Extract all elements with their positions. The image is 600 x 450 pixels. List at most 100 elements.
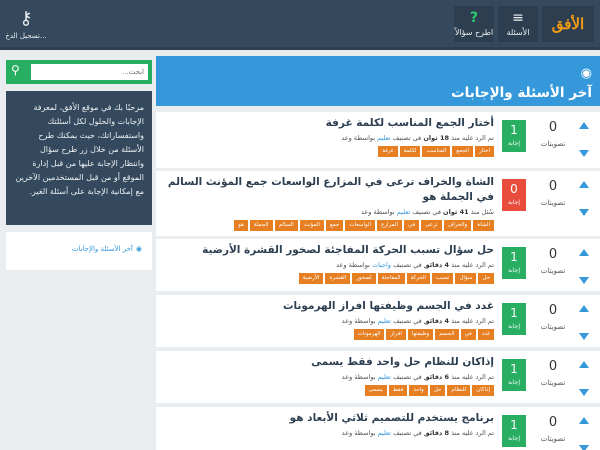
vote-down-icon[interactable] <box>579 333 589 340</box>
vote-down-icon[interactable] <box>579 389 589 396</box>
tag[interactable]: المفاجئة <box>377 273 405 284</box>
tag[interactable]: افراز <box>386 329 406 340</box>
tag[interactable]: غرفة <box>378 146 398 157</box>
tag[interactable]: جمع <box>325 220 344 231</box>
tag[interactable]: حل <box>478 273 494 284</box>
question-title[interactable]: برنامج يستخدم للتصميم ثلاثي الأبعاد هو <box>160 411 494 426</box>
tag[interactable]: الواسعات <box>345 220 376 231</box>
tag-list: الشاة والخراف ترعى في المزارع الواسعات ج… <box>160 220 494 231</box>
vote-down-icon[interactable] <box>579 277 589 284</box>
tag[interactable]: الجملة <box>249 220 273 231</box>
tag-list: غدد في الجسم وظيفتها افراز الهرمونات <box>160 329 494 340</box>
tag[interactable]: تسبب <box>431 273 454 284</box>
tag[interactable]: واحد <box>409 385 428 396</box>
vote-up-icon[interactable] <box>579 305 589 312</box>
answer-count-value: 1 <box>510 362 518 376</box>
tag[interactable]: المزارع <box>377 220 402 231</box>
question-title[interactable]: الشاة والخراف ترعى في المزارع الواسعات ج… <box>160 175 494 205</box>
tag[interactable]: القشرة <box>325 273 351 284</box>
meta-category[interactable]: واجبات <box>372 261 391 269</box>
tag[interactable]: في <box>460 329 476 340</box>
search-box: ⚲ <box>6 60 152 84</box>
vote-up-icon[interactable] <box>579 417 589 424</box>
answer-count: 0 إجابة <box>502 179 526 211</box>
tag[interactable]: والخراف <box>443 220 472 231</box>
meta-time[interactable]: 4 دقائق <box>424 261 449 269</box>
meta-prefix: تم الرد عليه منذ <box>451 261 494 269</box>
vote-up-icon[interactable] <box>579 361 589 368</box>
nav-questions-label: الأسئلة <box>506 28 530 37</box>
question-body: الشاة والخراف ترعى في المزارع الواسعات ج… <box>160 175 494 231</box>
tag[interactable]: للنظام <box>447 385 471 396</box>
tag[interactable]: الهرمونات <box>353 329 385 340</box>
tag[interactable]: الجسم <box>435 329 459 340</box>
tag[interactable]: إذاكان <box>472 385 494 396</box>
tag[interactable]: حل <box>429 385 446 396</box>
latest-questions-link[interactable]: ◉آخر الأسئلة والإجابات <box>6 232 152 270</box>
meta-time[interactable]: 8 دقائق <box>424 429 449 437</box>
question-title[interactable]: غدد في الجسم وظيفتها افراز الهرمونات <box>160 299 494 314</box>
top-navbar: الأفق ≡ الأسئلة ? اطرح سؤالاً ⚷ تسجيل ال… <box>0 0 600 50</box>
meta-category[interactable]: تعليم <box>378 317 391 325</box>
meta-category[interactable]: تعليم <box>377 134 390 142</box>
question-title[interactable]: إذاكان للنظام حل واحد فقط يسمى <box>160 355 494 370</box>
nav-ask-button[interactable]: ? اطرح سؤالاً <box>454 6 494 42</box>
meta-mid: في تصنيف <box>392 134 422 142</box>
tag[interactable]: الشاة <box>473 220 494 231</box>
vote-up-icon[interactable] <box>579 122 589 129</box>
question-item: 0 تصويتات 1 إجابة غدد في الجسم وظيفتها ا… <box>156 295 600 347</box>
tag[interactable]: غدد <box>477 329 494 340</box>
question-title[interactable]: حل سؤال تسبب الحركة المفاجئة لصخور القشر… <box>160 243 494 258</box>
question-body: أختار الجمع المناسب لكلمة غرفة تم الرد ع… <box>160 116 494 157</box>
meta-time[interactable]: 6 دقائق <box>424 373 449 381</box>
question-body: برنامج يستخدم للتصميم ثلاثي الأبعاد هو ت… <box>160 411 494 438</box>
tag[interactable]: الحركة <box>406 273 430 284</box>
search-input[interactable] <box>31 64 148 80</box>
meta-category[interactable]: تعليم <box>378 429 391 437</box>
nav-questions-button[interactable]: ≡ الأسئلة <box>498 6 538 42</box>
vote-down-icon[interactable] <box>579 445 589 450</box>
meta-suffix: بواسطة وعد <box>360 208 395 216</box>
tag[interactable]: الأرضية <box>298 273 324 284</box>
answer-count: 1 إجابة <box>502 303 526 335</box>
tag[interactable]: في <box>403 220 420 231</box>
question-mark-icon: ? <box>469 10 479 26</box>
site-logo[interactable]: الأفق <box>542 6 594 42</box>
tag[interactable]: السالم <box>274 220 298 231</box>
vote-down-icon[interactable] <box>579 209 589 216</box>
login-button[interactable]: ⚷ تسجيل الدخ... <box>4 6 48 44</box>
meta-suffix: بواسطة وعد <box>341 134 376 142</box>
tag[interactable]: لصخور <box>352 273 376 284</box>
meta-time[interactable]: 18 ثوان <box>423 134 449 142</box>
tag[interactable]: اختار <box>475 146 494 157</box>
rss-icon[interactable]: ◉ <box>581 66 592 81</box>
tag[interactable]: لكلمة <box>399 146 421 157</box>
rss-icon: ◉ <box>135 245 142 253</box>
tag[interactable]: الجمع <box>452 146 474 157</box>
tag[interactable]: المؤنث <box>299 220 324 231</box>
vote-up-icon[interactable] <box>579 249 589 256</box>
tag[interactable]: وظيفتها <box>407 329 434 340</box>
question-body: حل سؤال تسبب الحركة المفاجئة لصخور القشر… <box>160 243 494 284</box>
meta-time[interactable]: 4 دقائق <box>424 317 449 325</box>
tag[interactable]: سؤال <box>455 273 477 284</box>
tag[interactable]: هو <box>234 220 248 231</box>
search-icon[interactable]: ⚲ <box>11 63 20 77</box>
question-meta: تم الرد عليه منذ 18 ثوان في تصنيف تعليم … <box>160 134 494 143</box>
meta-suffix: بواسطة وعد <box>341 429 376 437</box>
tag[interactable]: يسمى <box>364 385 387 396</box>
answer-count-label: إجابة <box>507 435 521 442</box>
tag[interactable]: ترعى <box>421 220 442 231</box>
vote-count: 0 تصويتات <box>533 245 573 291</box>
meta-prefix: تم الرد عليه منذ <box>451 429 494 437</box>
tag[interactable]: فقط <box>388 385 408 396</box>
meta-category[interactable]: تعليم <box>397 208 410 216</box>
meta-category[interactable]: تعليم <box>378 373 391 381</box>
meta-time[interactable]: 41 ثوان <box>443 208 469 216</box>
question-title[interactable]: أختار الجمع المناسب لكلمة غرفة <box>160 116 494 131</box>
vote-count: 0 تصويتات <box>533 301 573 347</box>
vote-down-icon[interactable] <box>579 150 589 157</box>
tag[interactable]: المناسب <box>422 146 451 157</box>
vote-count: 0 تصويتات <box>533 413 573 450</box>
vote-up-icon[interactable] <box>579 181 589 188</box>
